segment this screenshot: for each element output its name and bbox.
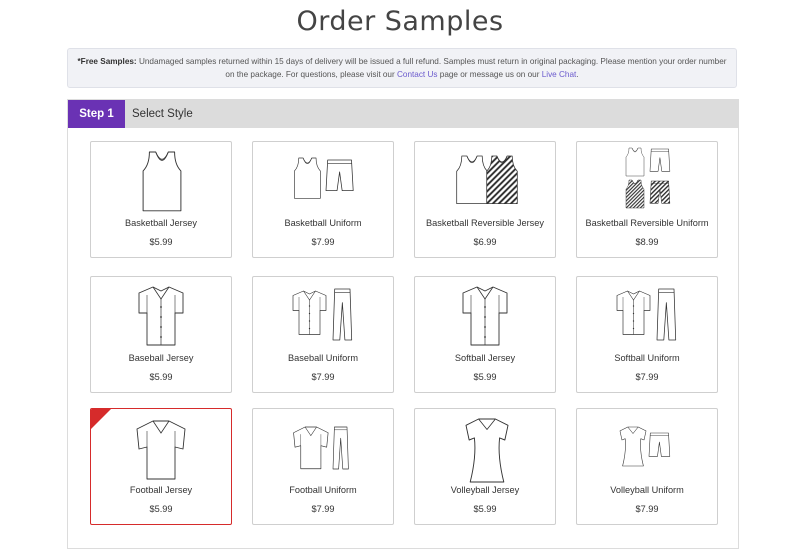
- baseball-jersey-icon: [138, 286, 184, 346]
- basketball-uniform-icon: [294, 157, 354, 199]
- product-name: Baseball Uniform: [288, 353, 358, 363]
- product-card[interactable]: Football Uniform $7.99: [252, 408, 394, 525]
- live-chat-link[interactable]: Live Chat: [542, 70, 577, 79]
- step-header: Step 1 Select Style: [68, 100, 738, 128]
- step-number: Step 1: [68, 100, 125, 128]
- product-card[interactable]: Football Jersey $5.99: [90, 408, 232, 525]
- product-name: Baseball Jersey: [128, 353, 194, 363]
- basketball-reversible-jersey-icon: [456, 155, 518, 204]
- basketball-reversible-uniform-icon: [625, 147, 671, 209]
- product-name: Basketball Uniform: [284, 218, 362, 228]
- product-card[interactable]: Volleyball Jersey $5.99: [414, 408, 556, 525]
- product-card[interactable]: Baseball Jersey $5.99: [90, 276, 232, 393]
- product-card[interactable]: Basketball Reversible Jersey $6.99: [414, 141, 556, 258]
- product-card[interactable]: Baseball Uniform $7.99: [252, 276, 394, 393]
- product-price: $5.99: [473, 372, 497, 382]
- page-title: Order Samples: [296, 6, 504, 37]
- notice-label: *Free Samples:: [77, 57, 137, 66]
- softball-uniform-icon: [616, 288, 677, 341]
- product-name: Basketball Reversible Uniform: [585, 218, 709, 228]
- football-uniform-icon: [293, 426, 349, 470]
- product-card[interactable]: Softball Uniform $7.99: [576, 276, 718, 393]
- product-price: $7.99: [635, 372, 659, 382]
- product-price: $6.99: [473, 237, 497, 247]
- style-selection-panel: Step 1 Select Style Basketball Jersey $5.…: [67, 99, 739, 549]
- football-jersey-icon: [136, 420, 186, 480]
- softball-jersey-icon: [462, 286, 508, 346]
- product-card[interactable]: Basketball Reversible Uniform $8.99: [576, 141, 718, 258]
- product-price: $5.99: [149, 372, 173, 382]
- notice-text-3: .: [576, 70, 579, 79]
- notice-text-2: page or message us on our: [437, 70, 542, 79]
- volleyball-jersey-icon: [465, 418, 509, 483]
- product-name: Football Uniform: [289, 485, 357, 495]
- product-card[interactable]: Volleyball Uniform $7.99: [576, 408, 718, 525]
- product-name: Basketball Reversible Jersey: [426, 218, 544, 228]
- product-card[interactable]: Basketball Jersey $5.99: [90, 141, 232, 258]
- product-price: $5.99: [149, 237, 173, 247]
- product-name: Volleyball Jersey: [450, 485, 520, 495]
- product-price: $7.99: [311, 372, 335, 382]
- step-label: Select Style: [132, 108, 193, 120]
- product-card[interactable]: Basketball Uniform $7.99: [252, 141, 394, 258]
- basketball-jersey-icon: [142, 151, 182, 212]
- product-price: $5.99: [149, 504, 173, 514]
- contact-us-link[interactable]: Contact Us: [397, 70, 438, 79]
- product-name: Softball Uniform: [614, 353, 680, 363]
- product-name: Basketball Jersey: [124, 218, 197, 228]
- product-name: Volleyball Uniform: [610, 485, 684, 495]
- product-name: Football Jersey: [129, 485, 193, 495]
- product-price: $7.99: [311, 504, 335, 514]
- product-price: $5.99: [473, 504, 497, 514]
- product-price: $7.99: [311, 237, 335, 247]
- product-price: $8.99: [635, 237, 659, 247]
- baseball-uniform-icon: [292, 288, 353, 341]
- product-price: $7.99: [635, 504, 659, 514]
- free-samples-notice: *Free Samples: Undamaged samples returne…: [67, 48, 737, 88]
- product-card[interactable]: Softball Jersey $5.99: [414, 276, 556, 393]
- volleyball-uniform-icon: [619, 426, 671, 467]
- product-name: Softball Jersey: [454, 353, 516, 363]
